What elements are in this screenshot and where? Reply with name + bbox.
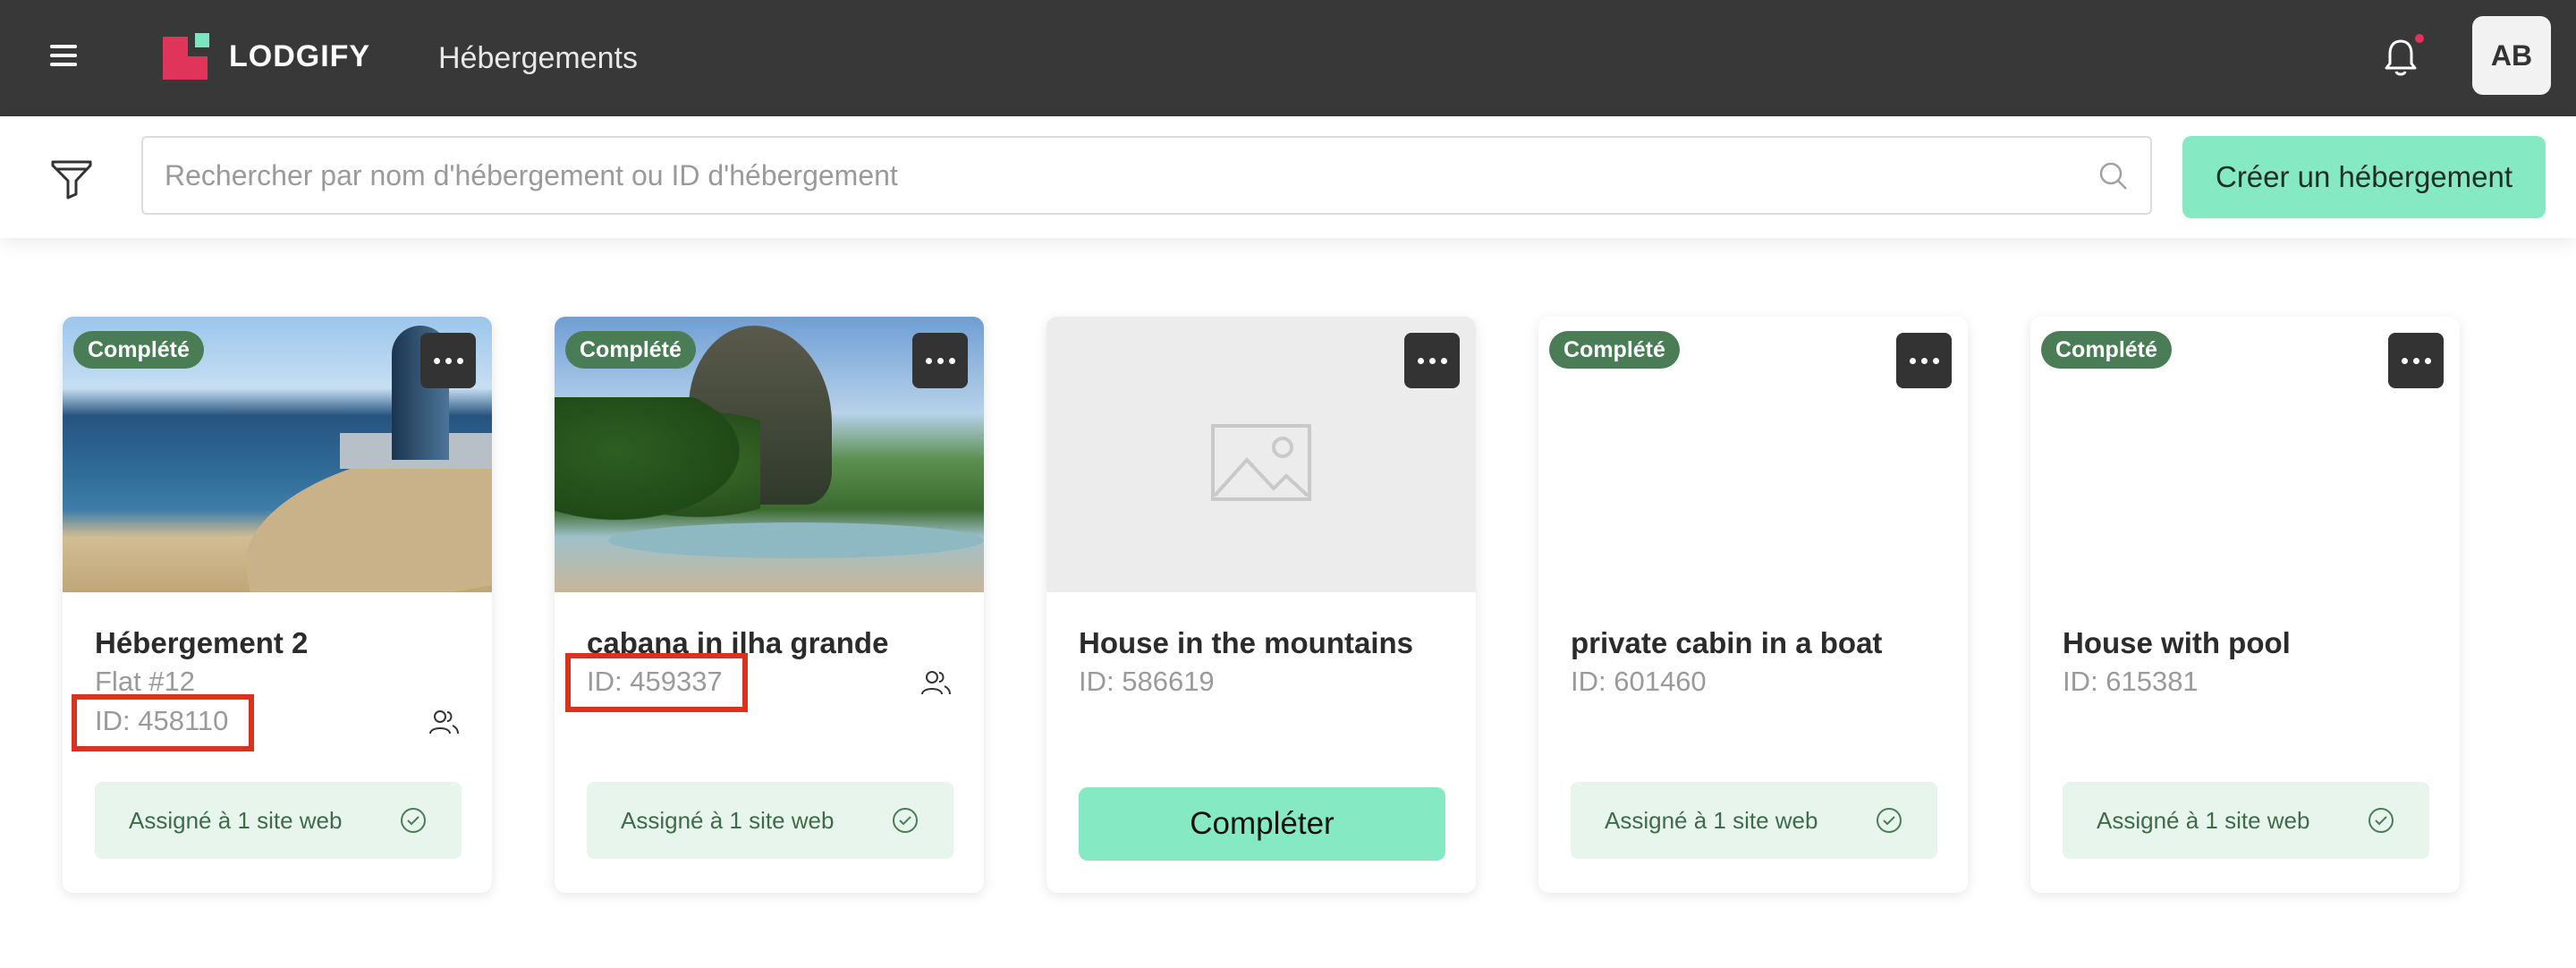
check-circle-icon xyxy=(893,808,918,833)
avatar[interactable]: AB xyxy=(2472,16,2551,95)
assigned-text: Assigné à 1 site web xyxy=(621,806,835,834)
accommodation-name: House with pool xyxy=(2063,626,2291,659)
assigned-text: Assigné à 1 site web xyxy=(2097,806,2310,834)
search-box xyxy=(141,136,2152,215)
accommodation-id: ID: 601460 xyxy=(1571,666,1707,697)
assigned-website-status[interactable]: Assigné à 1 site web xyxy=(95,782,462,859)
assigned-text: Assigné à 1 site web xyxy=(129,806,343,834)
logo-text: LODGIFY xyxy=(229,38,371,73)
accommodation-card[interactable]: Complété cabana in ilha grande ID: 45933… xyxy=(555,317,984,893)
more-options-button[interactable] xyxy=(420,333,476,388)
id-highlight-box xyxy=(72,694,254,751)
accommodation-id: ID: 586619 xyxy=(1079,666,1215,697)
bell-icon[interactable] xyxy=(2383,36,2419,79)
accommodation-list: Complété Hébergement 2 Flat #12 ID: 4581… xyxy=(63,317,2549,895)
toolbar: Créer un hébergement xyxy=(0,116,2576,238)
status-badge: Complété xyxy=(73,331,204,369)
status-badge: Complété xyxy=(565,331,696,369)
accommodation-subtitle: Flat #12 xyxy=(95,666,196,697)
check-circle-icon xyxy=(1877,808,1902,833)
accommodation-name: private cabin in a boat xyxy=(1571,626,1883,659)
assigned-text: Assigné à 1 site web xyxy=(1605,806,1818,834)
check-circle-icon xyxy=(401,808,426,833)
status-badge: Complété xyxy=(2041,331,2172,369)
accommodation-name: Hébergement 2 xyxy=(95,626,309,659)
logo[interactable]: LODGIFY xyxy=(163,32,370,81)
guests-icon xyxy=(921,671,951,695)
filter-icon[interactable] xyxy=(50,157,93,200)
assigned-website-status[interactable]: Assigné à 1 site web xyxy=(2063,782,2429,859)
more-options-button[interactable] xyxy=(1404,333,1460,388)
accommodation-card[interactable]: Complété private cabin in a boat ID: 601… xyxy=(1538,317,1968,893)
lodgify-logo-icon xyxy=(163,33,209,80)
more-options-button[interactable] xyxy=(1896,333,1952,388)
search-input[interactable] xyxy=(165,138,2079,213)
image-placeholder-icon xyxy=(1211,424,1311,501)
accommodation-id: ID: 615381 xyxy=(2063,666,2199,697)
notification-dot xyxy=(2415,34,2424,43)
more-options-button[interactable] xyxy=(912,333,968,388)
accommodation-card[interactable]: Complété Hébergement 2 Flat #12 ID: 4581… xyxy=(63,317,492,893)
more-options-button[interactable] xyxy=(2388,333,2444,388)
menu-icon[interactable] xyxy=(50,45,77,66)
top-bar: LODGIFY Hébergements AB xyxy=(0,0,2576,116)
search-icon[interactable] xyxy=(2098,161,2129,191)
page-title: Hébergements xyxy=(438,41,639,75)
accommodation-card[interactable]: House in the mountains ID: 586619 Complé… xyxy=(1046,317,1476,893)
assigned-website-status[interactable]: Assigné à 1 site web xyxy=(1571,782,1937,859)
guests-icon xyxy=(429,710,459,734)
id-highlight-box xyxy=(565,653,748,712)
accommodation-card[interactable]: Complété House with pool ID: 615381 Assi… xyxy=(2030,317,2460,893)
create-accommodation-button[interactable]: Créer un hébergement xyxy=(2182,136,2546,218)
check-circle-icon xyxy=(2368,808,2394,833)
status-badge: Complété xyxy=(1549,331,1680,369)
complete-button[interactable]: Compléter xyxy=(1079,787,1445,861)
assigned-website-status[interactable]: Assigné à 1 site web xyxy=(587,782,953,859)
accommodation-name: House in the mountains xyxy=(1079,626,1414,659)
